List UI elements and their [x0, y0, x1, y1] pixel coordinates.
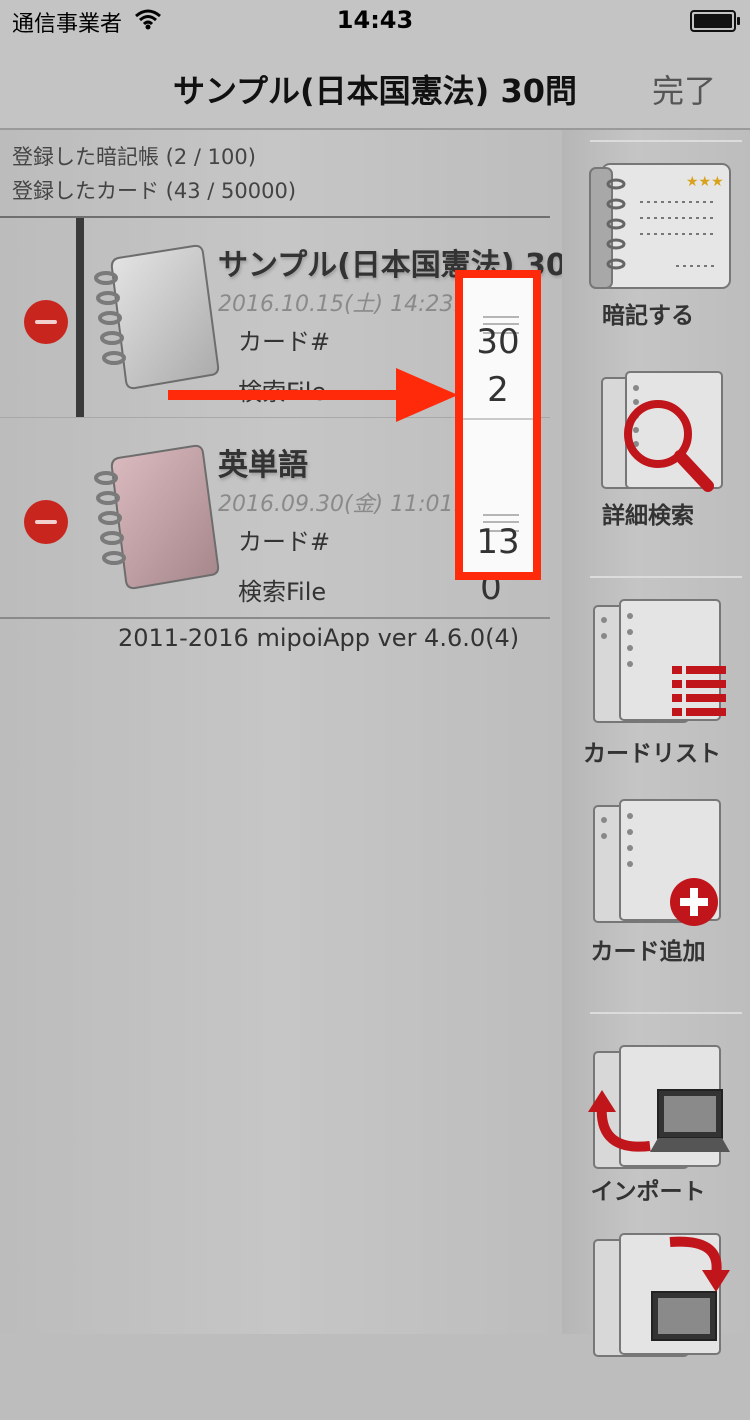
summary-counts: 登録した暗記帳 (2 / 100) 登録したカード (43 / 50000)	[12, 140, 296, 208]
svg-text:★★★: ★★★	[686, 174, 724, 190]
pointer-arrow-icon	[168, 368, 458, 422]
toolbar-divider	[590, 576, 742, 578]
toolbar-divider	[590, 140, 742, 142]
delete-button[interactable]	[24, 300, 68, 344]
side-toolbar: ★★★ 暗記する 詳細検索 カードリスト カード追加 インポート	[562, 130, 750, 1357]
selected-marker	[76, 218, 84, 418]
add-card-icon	[593, 799, 721, 926]
detail-search-label: 詳細検索	[602, 503, 694, 529]
notebook-count: 登録した暗記帳 (2 / 100)	[12, 145, 256, 169]
memorize-button[interactable]: ★★★ 暗記する	[562, 158, 750, 348]
notebook-icon	[94, 444, 220, 590]
notebook-memorize-icon: ★★★	[589, 163, 731, 289]
done-button[interactable]: 完了	[652, 66, 716, 112]
toolbar-divider	[590, 1012, 742, 1014]
status-bar: 通信事業者 14:43	[0, 0, 750, 40]
version-label: 2011-2016 mipoiApp ver 4.6.0(4)	[118, 624, 520, 652]
card-count-value: 30	[476, 322, 520, 362]
card-list-label: カードリスト	[583, 741, 721, 767]
add-card-label: カード追加	[590, 939, 706, 965]
card-count-label: カード#	[238, 328, 331, 356]
card-count: 登録したカード (43 / 50000)	[12, 179, 297, 203]
card-count-label: カード#	[238, 528, 331, 556]
import-computer-icon	[588, 1045, 730, 1169]
notebook-date: 2016.09.30(金) 11:01:58	[218, 492, 489, 517]
import-label: インポート	[590, 1179, 706, 1205]
search-file-label: 検索File	[238, 578, 327, 606]
list-bottom-divider	[0, 617, 550, 619]
row-separator	[463, 418, 533, 420]
card-count-value: 13	[476, 522, 520, 562]
navigation-bar: サンプル(日本国憲法) 30問 完了	[0, 40, 750, 130]
notebook-date: 2016.10.15(土) 14:23:24	[218, 292, 489, 317]
card-list-icon	[593, 599, 726, 723]
import-button[interactable]: インポート	[562, 1042, 750, 1232]
export-button[interactable]	[562, 1230, 750, 1420]
card-list-button[interactable]: カードリスト	[562, 596, 750, 786]
page-title: サンプル(日本国憲法) 30問	[173, 72, 577, 110]
detail-search-button[interactable]: 詳細検索	[562, 368, 750, 558]
export-computer-icon	[593, 1233, 730, 1357]
memorize-label: 暗記する	[602, 303, 694, 329]
search-file-count: 2	[487, 370, 509, 410]
battery-icon	[690, 10, 740, 32]
add-card-button[interactable]: カード追加	[562, 796, 750, 986]
delete-button[interactable]	[24, 500, 68, 544]
notebook-name: 英単語	[218, 448, 308, 483]
magnifier-icon	[601, 371, 723, 492]
count-column-highlight: 30 2 13	[455, 270, 541, 580]
clock: 14:43	[336, 6, 414, 34]
